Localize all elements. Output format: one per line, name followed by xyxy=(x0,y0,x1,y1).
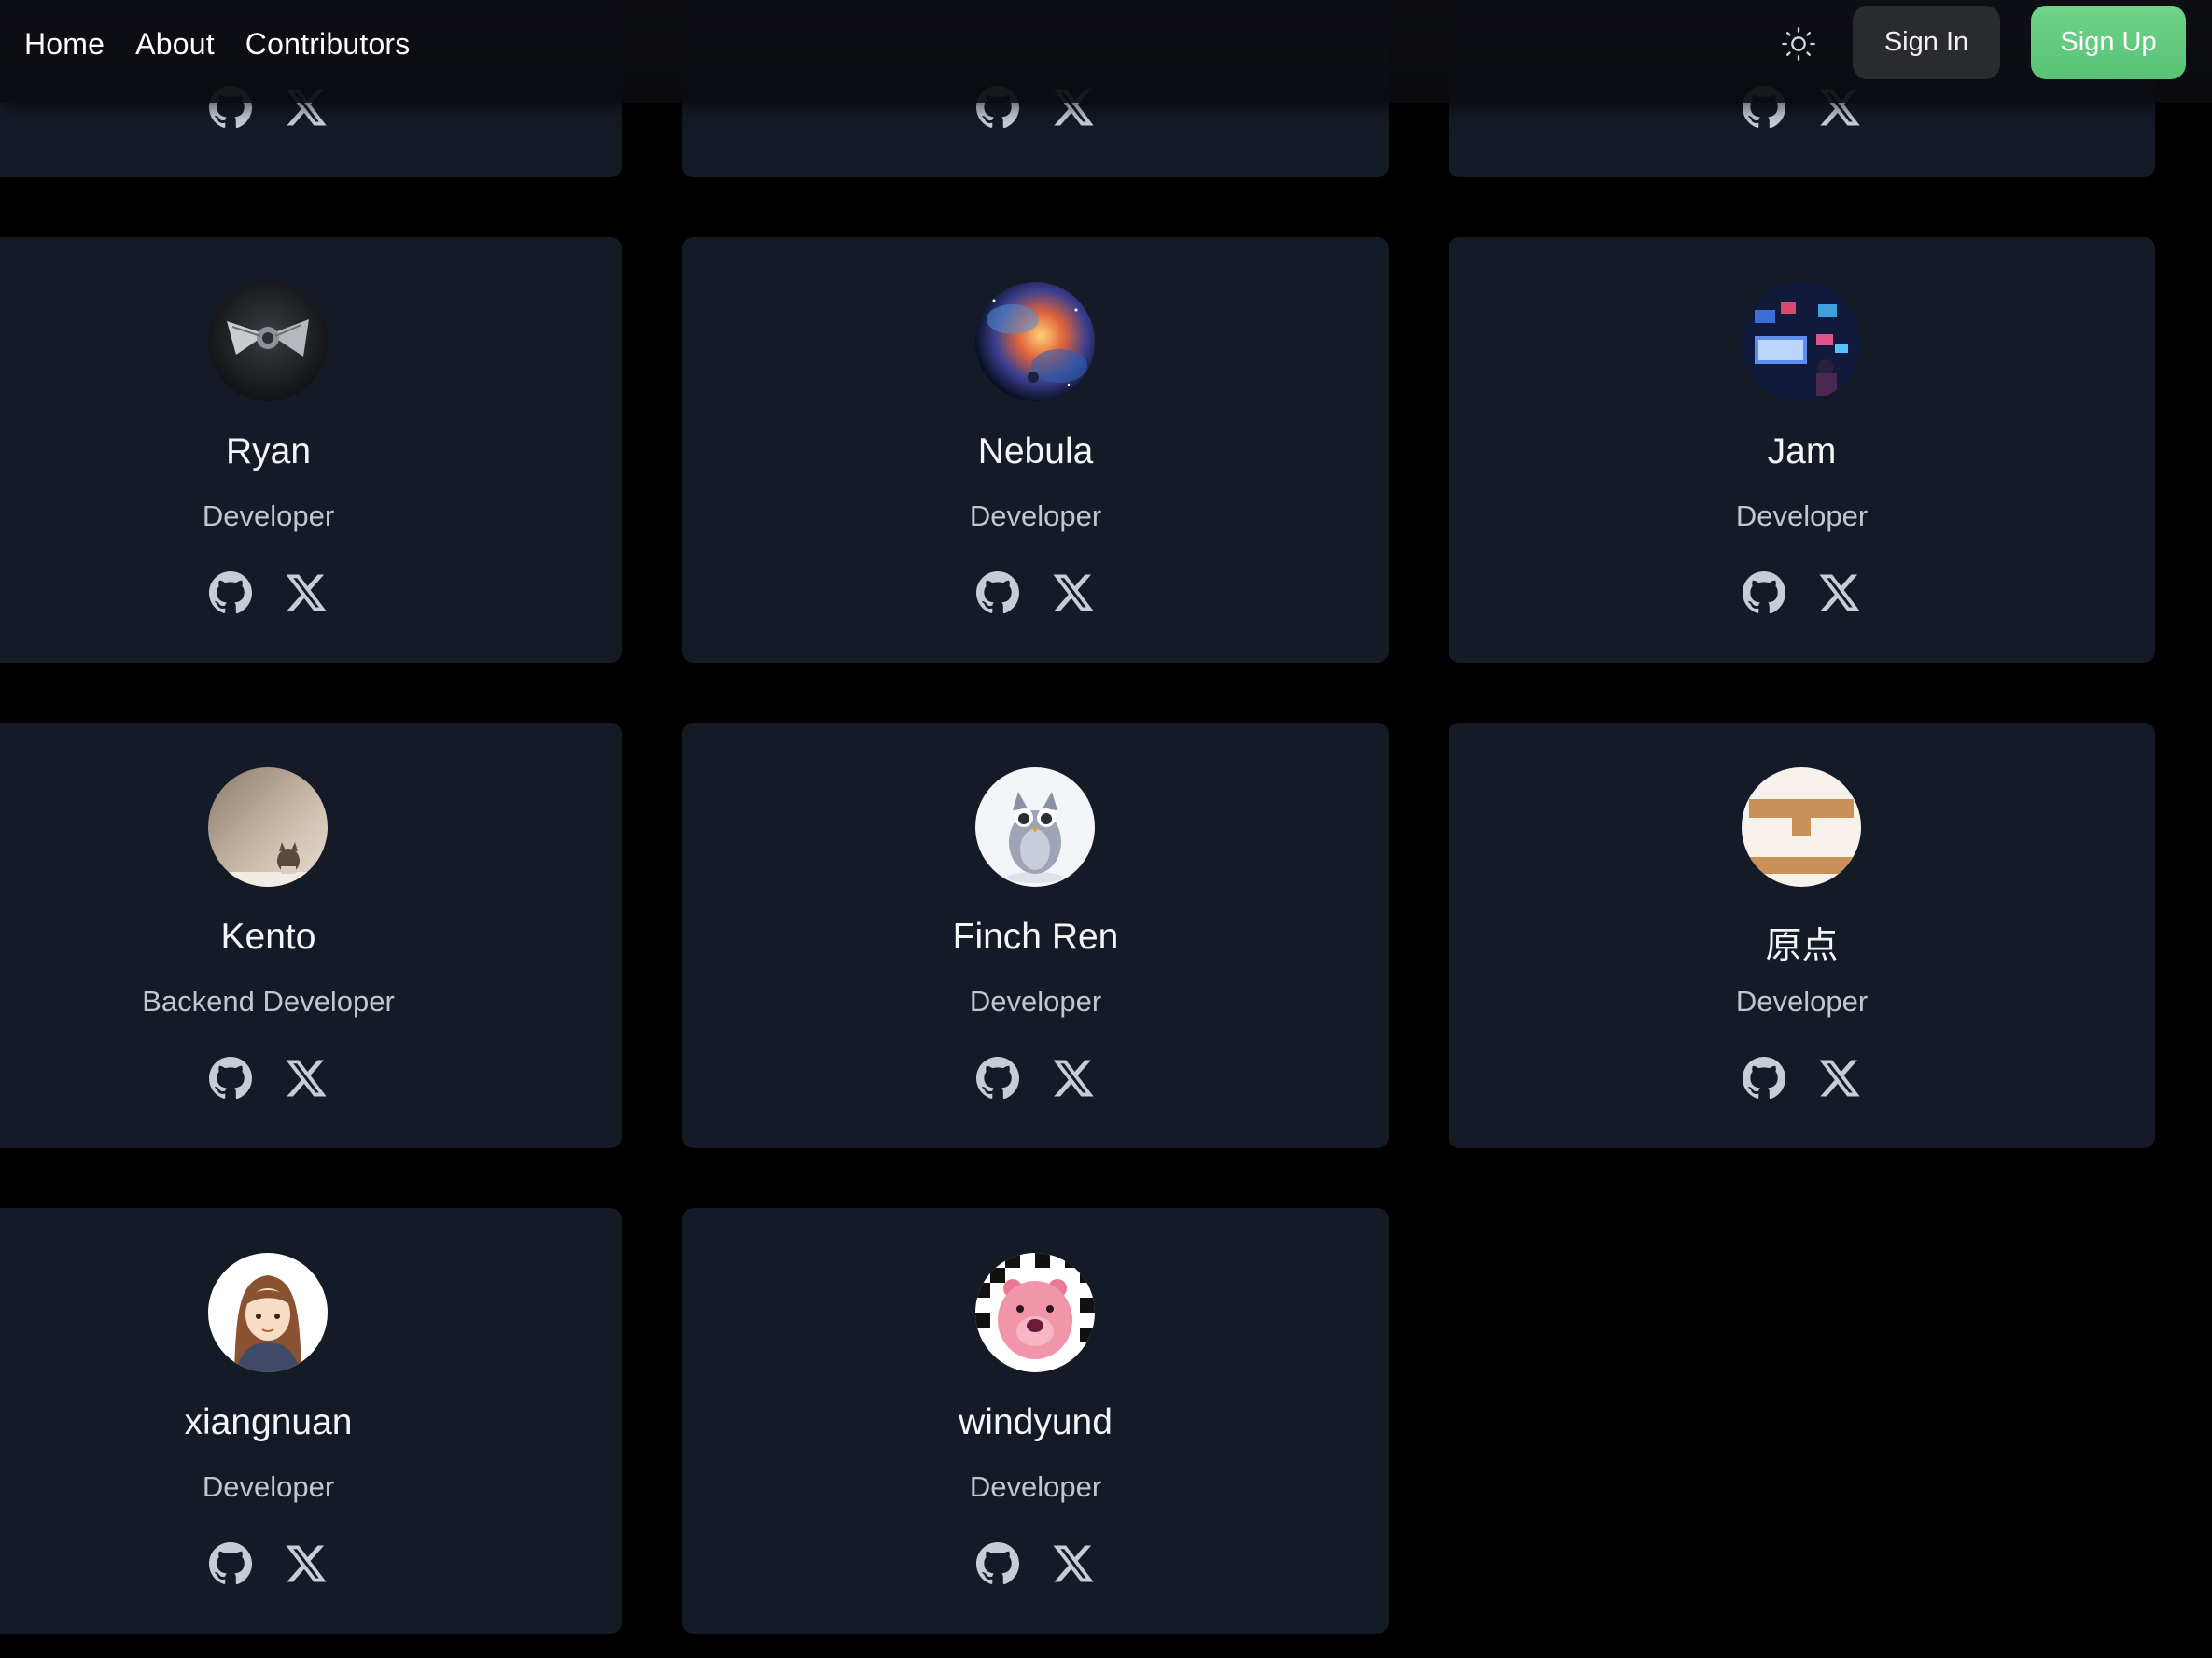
github-icon[interactable] xyxy=(975,570,1020,615)
sun-icon xyxy=(1782,27,1815,61)
contributor-role: Developer xyxy=(1735,985,1869,1018)
github-icon[interactable] xyxy=(975,1541,1020,1586)
social-links xyxy=(1449,570,2155,615)
contributor-card: Finch Ren Developer xyxy=(682,723,1389,1148)
contributor-card: Nebula Developer xyxy=(682,237,1389,663)
contributor-name: Nebula xyxy=(977,431,1094,471)
github-icon[interactable] xyxy=(208,570,253,615)
avatar xyxy=(208,282,328,401)
contributor-name: Ryan xyxy=(225,431,312,471)
x-icon[interactable] xyxy=(1051,570,1096,615)
contributor-name: windyund xyxy=(959,1402,1113,1442)
social-links xyxy=(682,1541,1389,1586)
contributor-role: Developer xyxy=(202,1470,335,1503)
contributor-role: Developer xyxy=(969,985,1102,1018)
contributor-card: xiangnuan Developer xyxy=(0,1208,622,1634)
sign-in-button[interactable]: Sign In xyxy=(1853,6,2000,79)
contributor-role: Developer xyxy=(969,1470,1102,1503)
github-icon[interactable] xyxy=(975,1056,1020,1101)
contributor-name: xiangnuan xyxy=(184,1402,353,1442)
contributor-name: Kento xyxy=(220,917,316,957)
x-icon[interactable] xyxy=(1817,570,1862,615)
sign-up-button[interactable]: Sign Up xyxy=(2031,6,2186,79)
contributor-card: Kento Backend Developer xyxy=(0,723,622,1148)
social-links xyxy=(0,1056,622,1101)
social-links xyxy=(682,570,1389,615)
x-icon[interactable] xyxy=(284,1056,329,1101)
contributor-card: windyund Developer xyxy=(682,1208,1389,1634)
social-links xyxy=(0,1541,622,1586)
avatar xyxy=(975,767,1095,887)
github-icon[interactable] xyxy=(208,1541,253,1586)
social-links xyxy=(0,570,622,615)
x-icon[interactable] xyxy=(1817,1056,1862,1101)
x-icon[interactable] xyxy=(1051,1541,1096,1586)
avatar xyxy=(1742,767,1861,887)
social-links xyxy=(682,1056,1389,1101)
contributor-role: Backend Developer xyxy=(142,985,395,1018)
contributor-card: Ryan Developer xyxy=(0,237,622,663)
x-icon[interactable] xyxy=(1051,1056,1096,1101)
contributor-role: Developer xyxy=(202,499,335,532)
contributor-name: Jam xyxy=(1767,431,1837,471)
avatar xyxy=(208,1253,328,1372)
nav-home-link[interactable]: Home xyxy=(24,27,105,62)
contributor-role: Developer xyxy=(1735,499,1869,532)
contributor-name: 原点 xyxy=(1765,926,1839,966)
avatar xyxy=(208,767,328,887)
contributor-name: Finch Ren xyxy=(952,917,1119,957)
theme-toggle-button[interactable] xyxy=(1777,22,1820,65)
avatar xyxy=(975,1253,1095,1372)
contributor-card: Jam Developer xyxy=(1449,237,2155,663)
x-icon[interactable] xyxy=(284,570,329,615)
contributor-card: 原点 Developer xyxy=(1449,723,2155,1148)
github-icon[interactable] xyxy=(1742,1056,1786,1101)
top-navbar: Home About Contributors Sign In Sign Up xyxy=(0,0,2212,103)
contributor-role: Developer xyxy=(969,499,1102,532)
nav-contributors-link[interactable]: Contributors xyxy=(245,27,411,62)
avatar xyxy=(975,282,1095,401)
github-icon[interactable] xyxy=(208,1056,253,1101)
github-icon[interactable] xyxy=(1742,570,1786,615)
contributors-page: Ryan Developer Nebula Developer Jam Deve… xyxy=(0,0,2212,1658)
avatar xyxy=(1742,282,1861,401)
social-links xyxy=(1449,1056,2155,1101)
nav-about-link[interactable]: About xyxy=(135,27,215,62)
main-nav: Home About Contributors xyxy=(24,0,411,88)
x-icon[interactable] xyxy=(284,1541,329,1586)
